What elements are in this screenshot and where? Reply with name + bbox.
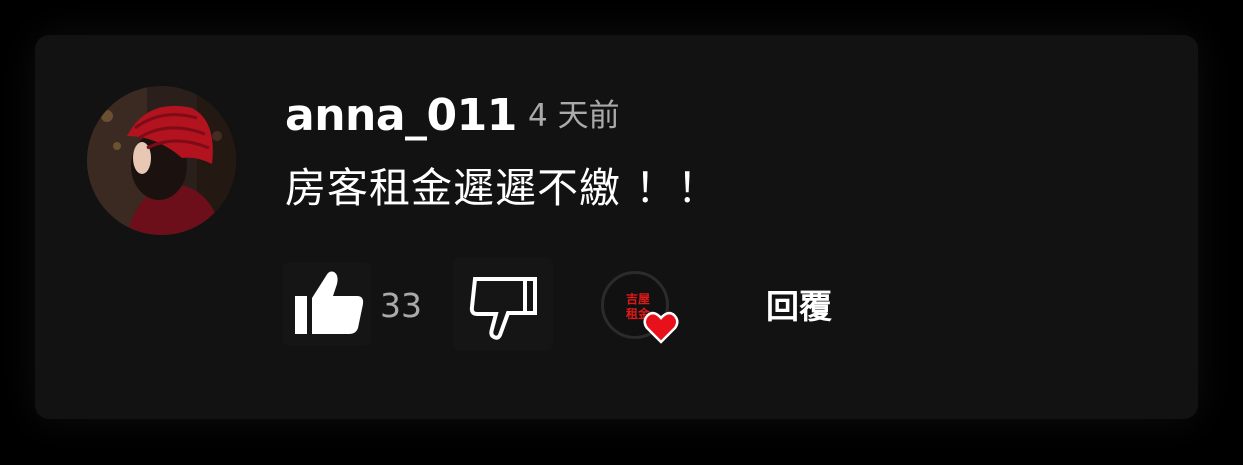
- comment-text: 房客租金遲遲不繳 ！！: [285, 164, 720, 212]
- like-count: 33: [380, 286, 422, 325]
- avatar-image: [87, 86, 236, 235]
- comment-timestamp[interactable]: 4 天前: [528, 96, 620, 136]
- creator-avatar-text-line1: 吉屋: [625, 292, 650, 306]
- creator-heart[interactable]: 吉屋 租金: [601, 271, 681, 344]
- like-button[interactable]: [283, 262, 371, 346]
- stage: anna_011 4 天前 房客租金遲遲不繳 ！！ 33 吉屋 租金 回覆: [0, 0, 1243, 465]
- heart-icon: [643, 311, 679, 344]
- dislike-button[interactable]: [453, 257, 553, 351]
- reply-button[interactable]: 回覆: [742, 278, 856, 336]
- comment-username[interactable]: anna_011: [285, 88, 517, 144]
- thumbs-up-icon: [295, 271, 364, 334]
- avatar[interactable]: [87, 86, 236, 235]
- comment-card: [35, 35, 1198, 419]
- thumbs-down-icon: [469, 277, 537, 340]
